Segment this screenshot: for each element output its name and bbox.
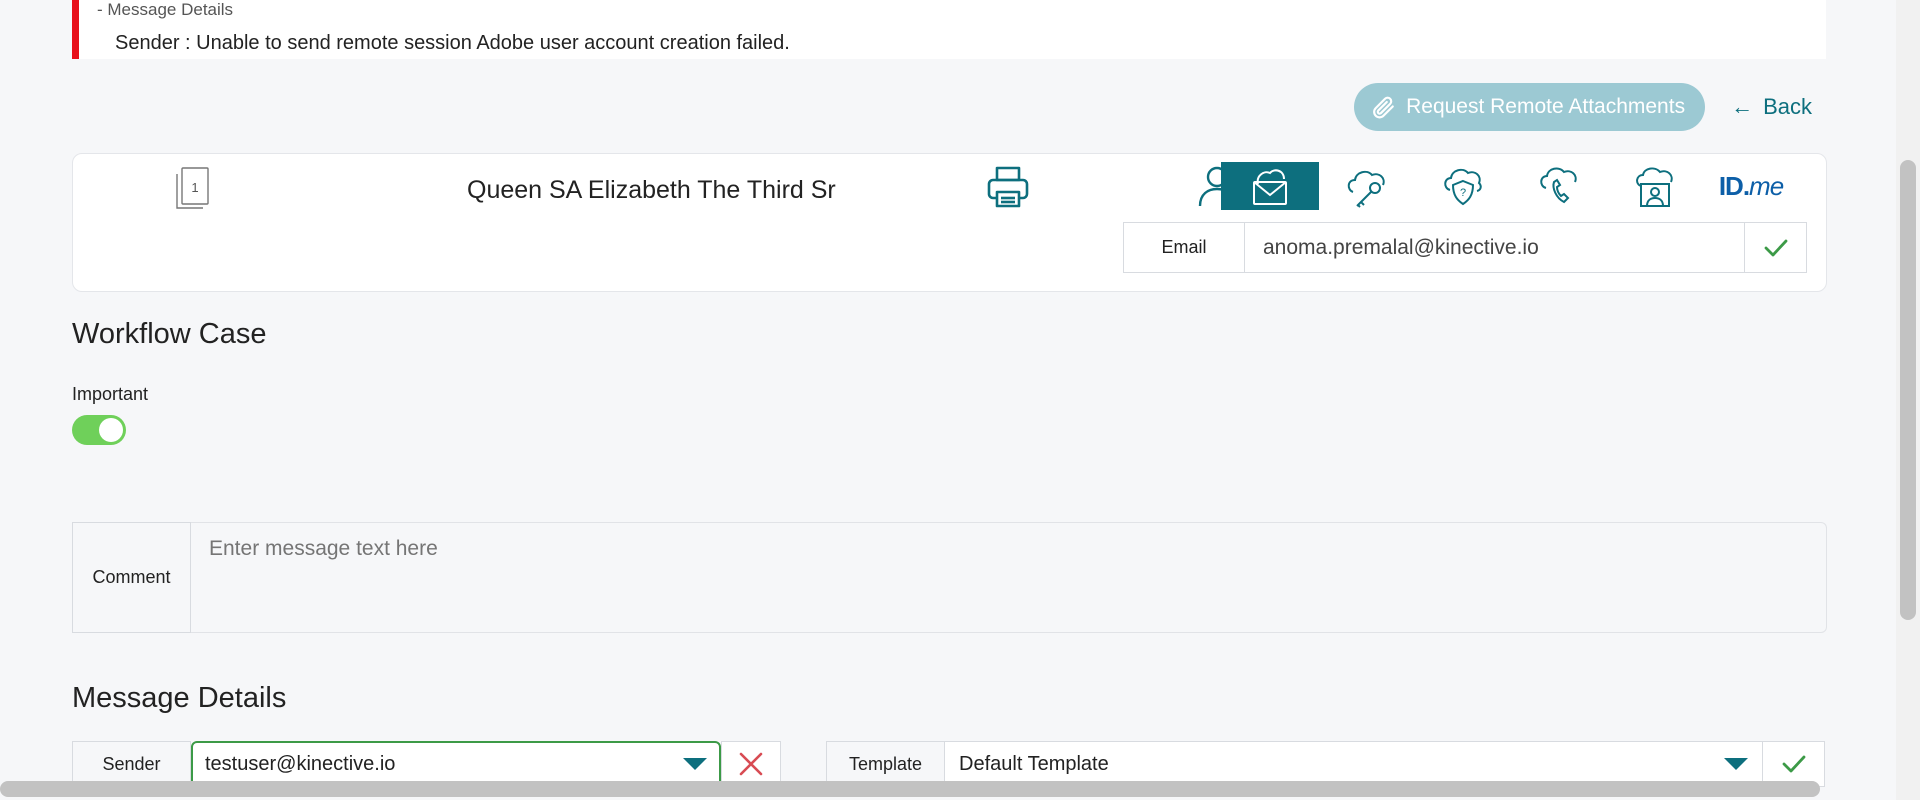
cloud-mail-icon [1253, 169, 1287, 205]
printer-icon[interactable] [985, 164, 1031, 210]
email-label: Email [1123, 222, 1245, 273]
chevron-down-icon[interactable] [1724, 758, 1748, 770]
svg-text:?: ? [1460, 187, 1466, 199]
channel-key[interactable] [1319, 162, 1415, 210]
customer-name: Queen SA Elizabeth The Third Sr [467, 176, 836, 204]
channel-security-question[interactable]: ? [1415, 162, 1511, 210]
channel-video[interactable] [1607, 162, 1703, 210]
workflow-case-title: Workflow Case [72, 318, 267, 350]
documents-icon[interactable]: 1 [173, 166, 213, 210]
idme-logo: ID.me [1718, 170, 1784, 202]
vertical-scrollbar[interactable] [1896, 0, 1920, 800]
email-row: Email anoma.premalal@kinective.io [1123, 222, 1807, 273]
request-remote-attachments-label: Request Remote Attachments [1406, 95, 1686, 118]
error-alert: - Message Details Sender : Unable to sen… [72, 0, 1826, 59]
sender-value: testuser@kinective.io [205, 752, 396, 775]
close-icon [739, 752, 763, 776]
channel-idme[interactable]: ID.me [1703, 162, 1799, 210]
important-label: Important [72, 384, 149, 404]
customer-card: 1 Queen SA Elizabeth The Third Sr ? ID.m… [72, 153, 1827, 292]
idme-prefix: ID. [1718, 170, 1750, 201]
request-remote-attachments-button[interactable]: Request Remote Attachments [1354, 83, 1706, 131]
horizontal-scrollbar-thumb[interactable] [0, 781, 1820, 797]
comment-label: Comment [72, 522, 191, 633]
comment-row: Comment [72, 522, 1827, 633]
check-icon [1782, 755, 1805, 773]
paperclip-icon [1373, 96, 1394, 119]
chevron-down-icon[interactable] [683, 758, 707, 770]
toggle-knob [99, 418, 123, 442]
message-details-title: Message Details [72, 682, 287, 714]
check-icon [1764, 239, 1787, 256]
alert-title: - Message Details [97, 0, 234, 19]
cloud-key-icon [1347, 170, 1385, 208]
documents-count: 1 [191, 180, 198, 195]
vertical-scrollbar-thumb[interactable] [1900, 160, 1916, 620]
email-input[interactable]: anoma.premalal@kinective.io [1245, 222, 1745, 273]
top-actions: Request Remote Attachments ← Back [1354, 83, 1812, 131]
comment-input[interactable] [191, 522, 1827, 633]
channel-email[interactable] [1221, 162, 1319, 210]
cloud-shield-question-icon: ? [1444, 168, 1482, 206]
cloud-user-icon [1636, 167, 1673, 207]
email-confirm-button[interactable] [1745, 222, 1807, 273]
alert-message: Sender : Unable to send remote session A… [115, 32, 790, 54]
back-arrow-icon: ← [1731, 94, 1754, 119]
back-label: Back [1763, 94, 1812, 119]
back-link[interactable]: ← Back [1731, 94, 1812, 120]
important-toggle[interactable] [72, 415, 126, 445]
channel-phone[interactable] [1511, 162, 1607, 210]
cloud-phone-icon [1540, 167, 1577, 204]
horizontal-scrollbar[interactable] [0, 778, 1896, 800]
idme-suffix: me [1749, 170, 1784, 201]
template-value: Default Template [959, 752, 1109, 775]
